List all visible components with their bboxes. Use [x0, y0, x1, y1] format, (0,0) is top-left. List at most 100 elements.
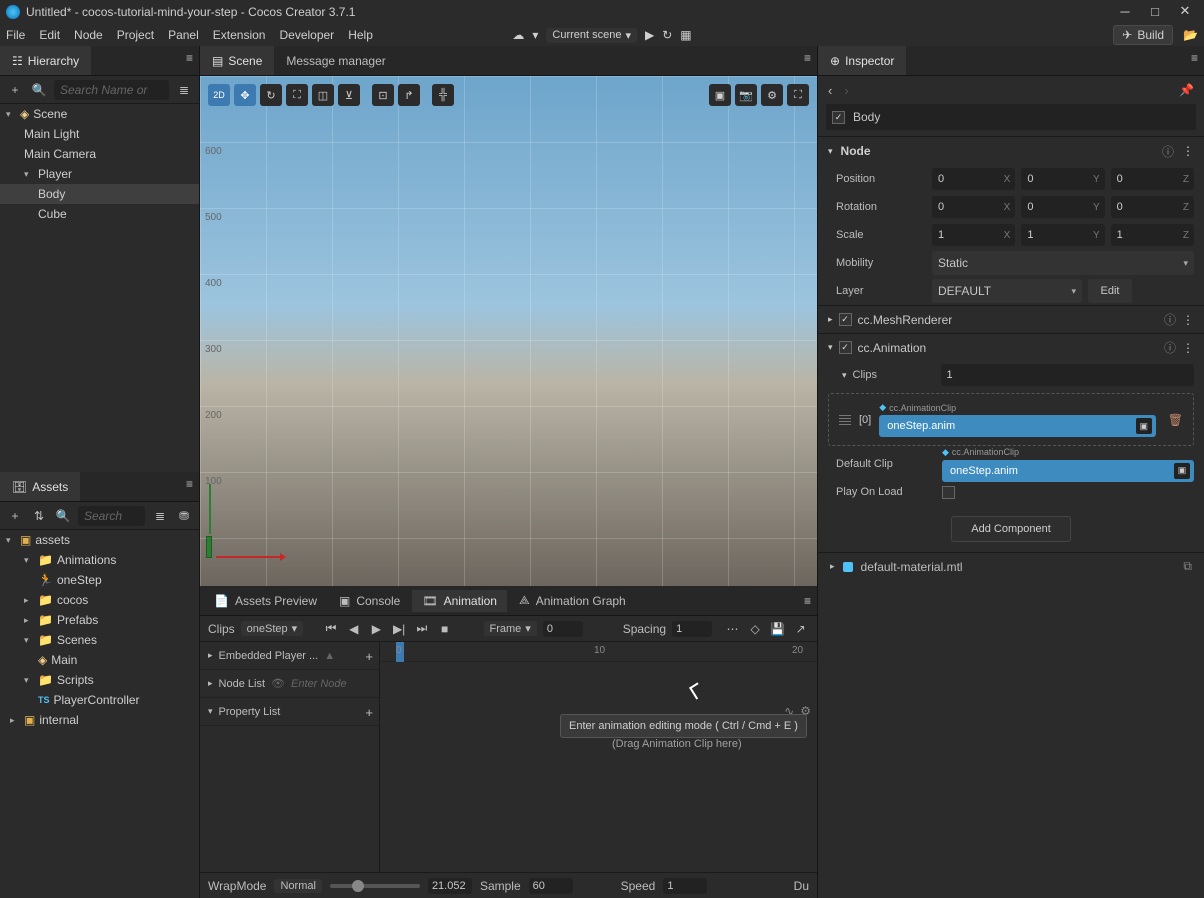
next-frame-button[interactable]: ▶| [391, 622, 408, 636]
panel-menu-icon[interactable]: ≡ [804, 51, 811, 65]
edit-layers-button[interactable]: Edit [1088, 279, 1132, 303]
asset-scenes[interactable]: ▾📁Scenes [0, 630, 199, 650]
rot-z-input[interactable]: 0Z [1111, 196, 1194, 218]
delete-icon[interactable]: 🗑 [1168, 413, 1183, 427]
scale-x-input[interactable]: 1X [932, 224, 1015, 246]
list-icon[interactable]: ≣ [151, 509, 169, 523]
hierarchy-main-camera[interactable]: Main Camera [0, 144, 199, 164]
animation-checkbox[interactable]: ✓ [839, 341, 852, 354]
event-icon[interactable]: ◇ [747, 622, 764, 636]
animation-timeline[interactable]: 0 10 20 ∿ ⚙ Enter animation editing mode… [380, 642, 817, 872]
layer-dropdown[interactable]: DEFAULT▾ [932, 279, 1082, 303]
help-icon[interactable]: ⓘ [1162, 143, 1174, 160]
default-clip-field[interactable]: oneStep.anim ▣ [942, 460, 1194, 482]
asset-cocos[interactable]: ▸📁cocos [0, 590, 199, 610]
list-icon[interactable]: ≣ [175, 83, 193, 97]
qr-icon[interactable]: ▦ [680, 28, 691, 42]
tab-console[interactable]: ▣Console [329, 590, 410, 612]
forward-button[interactable]: › [844, 83, 848, 98]
section-embedded-player[interactable]: ▸Embedded Player ... ▲ + [200, 642, 379, 670]
tool-gizmo[interactable]: ⚙ [761, 84, 783, 106]
hierarchy-body[interactable]: Body [0, 184, 199, 204]
asset-prefabs[interactable]: ▸📁Prefabs [0, 610, 199, 630]
speed-input[interactable] [663, 878, 707, 894]
save-anim-button[interactable]: 💾 [770, 622, 787, 636]
more-icon[interactable]: ⋮ [1182, 341, 1194, 355]
back-button[interactable]: ‹ [828, 83, 832, 98]
clip-dropdown[interactable]: oneStep▾ [241, 621, 304, 636]
mobility-dropdown[interactable]: Static▾ [932, 251, 1194, 275]
menu-help[interactable]: Help [348, 28, 373, 42]
pick-asset-button[interactable]: ▣ [1136, 418, 1152, 434]
minimize-button[interactable]: ─ [1110, 0, 1140, 22]
tab-message-manager[interactable]: Message manager [274, 46, 397, 75]
material-item[interactable]: ▸ default-material.mtl ⧉ [818, 552, 1204, 580]
hierarchy-main-light[interactable]: Main Light [0, 124, 199, 144]
wrapmode-dropdown[interactable]: Normal [274, 879, 321, 893]
section-node[interactable]: ▾Node ⓘ ⋮ [818, 137, 1204, 165]
node-enabled-checkbox[interactable]: ✓ [832, 111, 845, 124]
filter-icon[interactable]: ⛃ [175, 509, 193, 523]
frame-input[interactable] [543, 621, 583, 637]
asset-internal[interactable]: ▸▣internal [0, 710, 199, 730]
pos-x-input[interactable]: 0X [932, 168, 1015, 190]
wrap-slider[interactable] [330, 884, 420, 888]
folder-open-icon[interactable]: 📂 [1183, 28, 1198, 42]
copy-icon[interactable]: ⧉ [1183, 559, 1192, 574]
pos-y-input[interactable]: 0Y [1021, 168, 1104, 190]
scene-dropdown[interactable]: Current scene▾ [546, 28, 637, 43]
close-button[interactable]: ✕ [1170, 0, 1200, 22]
add-property-button[interactable]: + [365, 705, 373, 720]
tool-rotate[interactable]: ↻ [260, 84, 282, 106]
frame-dropdown[interactable]: Frame▾ [484, 621, 537, 636]
skip-first-button[interactable]: ⏮ [323, 621, 340, 636]
skip-last-button[interactable]: ⏭ [414, 621, 431, 636]
add-node-button[interactable]: + [6, 83, 24, 97]
tool-scale[interactable]: ⛶ [286, 84, 308, 106]
add-asset-button[interactable]: + [6, 509, 24, 523]
playonload-checkbox[interactable] [942, 486, 955, 499]
panel-menu-icon[interactable]: ≡ [186, 477, 193, 491]
section-node-list[interactable]: ▸Node List 👁 Enter Node [200, 670, 379, 698]
maximize-button[interactable]: □ [1140, 0, 1170, 22]
prev-frame-button[interactable]: ◀ [345, 622, 362, 636]
meshrenderer-checkbox[interactable]: ✓ [839, 313, 852, 326]
assets-search[interactable]: Search [78, 506, 145, 526]
refresh-button[interactable]: ↻ [662, 28, 672, 42]
stop-button[interactable]: ■ [436, 622, 453, 636]
asset-onestep[interactable]: 🏃oneStep [0, 570, 199, 590]
sort-icon[interactable]: ⇅ [30, 509, 48, 523]
rot-y-input[interactable]: 0Y [1021, 196, 1104, 218]
tool-2d-toggle[interactable]: 2D [208, 84, 230, 106]
menu-extension[interactable]: Extension [213, 28, 266, 42]
tool-camera[interactable]: 📷 [735, 84, 757, 106]
pin-icon[interactable]: 📌 [1179, 83, 1194, 97]
sample-input[interactable] [529, 878, 573, 894]
cloud-icon[interactable]: ☁ [512, 28, 524, 42]
menu-developer[interactable]: Developer [279, 28, 334, 42]
rot-x-input[interactable]: 0X [932, 196, 1015, 218]
spacing-input[interactable] [672, 621, 712, 637]
panel-menu-icon[interactable]: ≡ [1191, 51, 1198, 65]
node-name-field[interactable]: ✓ [826, 104, 1196, 130]
tab-inspector[interactable]: ⊕ Inspector [818, 46, 906, 75]
asset-main[interactable]: ◈Main [0, 650, 199, 670]
play-button[interactable]: ▶ [368, 622, 385, 636]
panel-menu-icon[interactable]: ≡ [804, 594, 811, 608]
scale-y-input[interactable]: 1Y [1021, 224, 1104, 246]
menu-edit[interactable]: Edit [39, 28, 60, 42]
tool-local[interactable]: ↱ [398, 84, 420, 106]
hierarchy-scene[interactable]: ▾◈Scene [0, 104, 199, 124]
tab-hierarchy[interactable]: ☷ Hierarchy [0, 46, 91, 75]
tool-move[interactable]: ✥ [234, 84, 256, 106]
tool-capture[interactable]: ⛶ [787, 84, 809, 106]
help-icon[interactable]: ⓘ [1164, 339, 1176, 356]
more-icon[interactable]: ⋮ [1182, 144, 1194, 158]
tab-animation-graph[interactable]: ⟁Animation Graph [509, 589, 636, 612]
add-component-button[interactable]: Add Component [951, 516, 1071, 542]
panel-menu-icon[interactable]: ≡ [186, 51, 193, 65]
scene-viewport[interactable]: 2D ✥ ↻ ⛶ ◫ ⊻ ⊡ ↱ ╬ ▣ 📷 ⚙ ⛶ 600500400 300… [200, 76, 817, 586]
hierarchy-player[interactable]: ▾Player [0, 164, 199, 184]
play-button[interactable]: ▶ [645, 28, 654, 42]
hierarchy-search[interactable]: Search Name or [54, 80, 169, 100]
